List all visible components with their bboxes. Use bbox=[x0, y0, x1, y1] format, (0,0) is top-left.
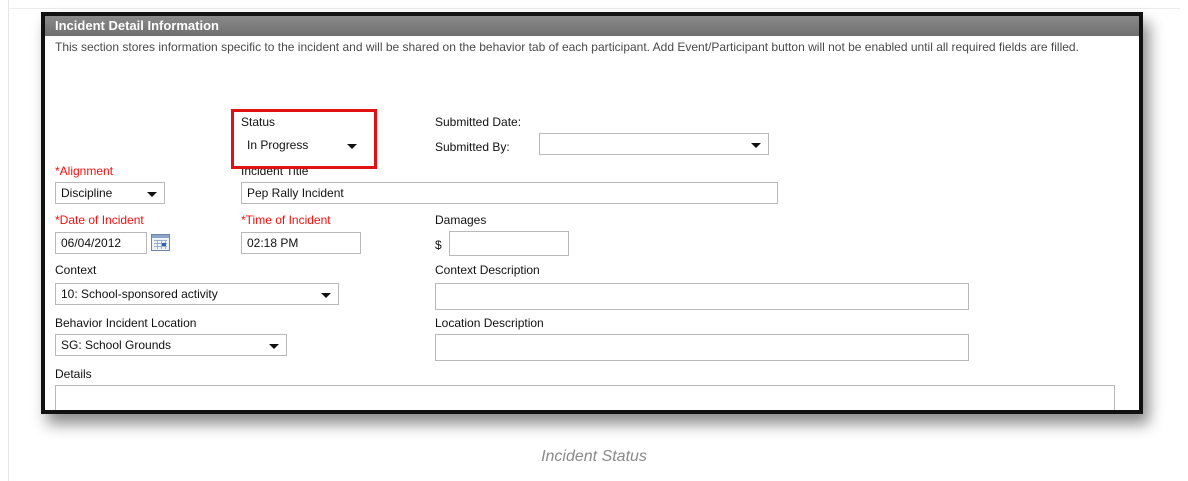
chevron-down-icon bbox=[321, 293, 331, 298]
chevron-down-icon bbox=[751, 143, 761, 148]
page-border-left bbox=[8, 0, 9, 481]
damages-input[interactable] bbox=[449, 231, 569, 256]
chevron-down-icon bbox=[147, 192, 157, 197]
damages-label: Damages bbox=[435, 213, 487, 227]
context-description-label: Context Description bbox=[435, 263, 540, 277]
section-header: Incident Detail Information bbox=[45, 16, 1139, 36]
submitted-date-label: Submitted Date: bbox=[435, 115, 522, 129]
page-border-top bbox=[8, 8, 1180, 9]
calendar-icon[interactable] bbox=[151, 234, 170, 251]
alignment-label: *Alignment bbox=[55, 164, 114, 178]
section-description: This section stores information specific… bbox=[55, 40, 1079, 54]
behavior-location-value: SG: School Grounds bbox=[61, 338, 172, 352]
behavior-location-label: Behavior Incident Location bbox=[55, 316, 197, 330]
date-of-incident-label: *Date of Incident bbox=[55, 213, 144, 227]
behavior-location-select[interactable]: SG: School Grounds bbox=[55, 334, 287, 356]
damages-currency-symbol: $ bbox=[435, 238, 442, 252]
details-textarea[interactable] bbox=[55, 385, 1115, 410]
context-description-input[interactable] bbox=[435, 283, 969, 310]
date-of-incident-input[interactable]: 06/04/2012 bbox=[55, 232, 147, 254]
location-description-label: Location Description bbox=[435, 316, 544, 330]
incident-detail-panel: Incident Detail Information This section… bbox=[41, 12, 1143, 414]
alignment-value: Discipline bbox=[61, 186, 113, 200]
time-of-incident-input[interactable]: 02:18 PM bbox=[241, 232, 361, 254]
time-of-incident-label: *Time of Incident bbox=[241, 213, 331, 227]
context-label: Context bbox=[55, 263, 97, 277]
details-label: Details bbox=[55, 367, 92, 381]
location-description-input[interactable] bbox=[435, 334, 969, 361]
incident-title-input[interactable]: Pep Rally Incident bbox=[241, 182, 778, 204]
context-select[interactable]: 10: School-sponsored activity bbox=[55, 283, 339, 305]
submitted-by-select[interactable] bbox=[539, 133, 769, 155]
context-value: 10: School-sponsored activity bbox=[61, 287, 218, 301]
figure-caption: Incident Status bbox=[541, 448, 647, 465]
alignment-select[interactable]: Discipline bbox=[55, 182, 165, 204]
submitted-by-label: Submitted By: bbox=[435, 140, 510, 154]
status-highlight-box bbox=[231, 109, 377, 169]
chevron-down-icon bbox=[269, 344, 279, 349]
